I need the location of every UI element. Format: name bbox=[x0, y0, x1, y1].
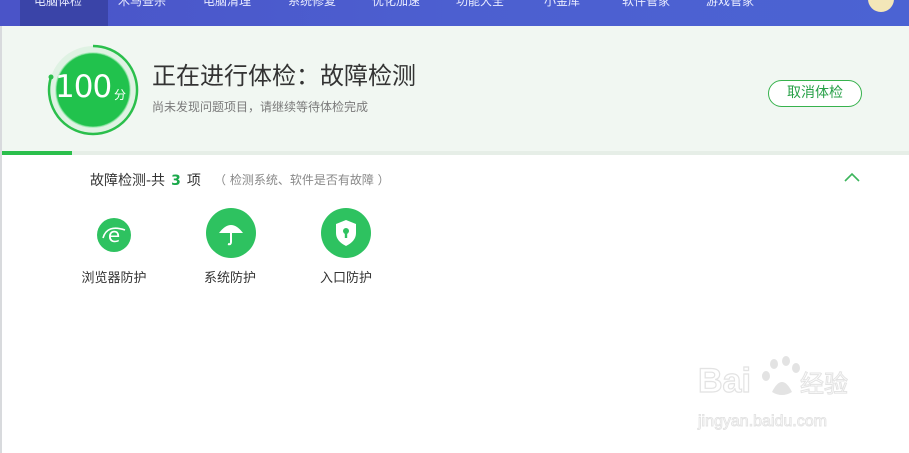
tab-speedup[interactable]: 优化加速 bbox=[372, 0, 420, 13]
status-subtitle: 尚未发现问题项目，请继续等待体检完成 bbox=[152, 100, 369, 114]
section-note: （ 检测系统、软件是否有故障 ） bbox=[214, 173, 390, 187]
umbrella-icon bbox=[206, 208, 256, 258]
top-nav: 电脑体检 木马查杀 电脑清理 系统修复 优化加速 功能大全 小金库 软件管家 游… bbox=[0, 0, 909, 26]
tab-repair[interactable]: 系统修复 bbox=[288, 0, 336, 13]
score-value: 100 bbox=[55, 69, 112, 105]
svg-text:Bai: Bai bbox=[698, 362, 751, 400]
progress-bar bbox=[2, 151, 909, 155]
chevron-up-icon[interactable] bbox=[843, 170, 861, 184]
section-title-suffix: 项 bbox=[186, 173, 201, 189]
check-item-entry[interactable]: 入口防护 bbox=[286, 208, 406, 288]
check-item-label: 浏览器防护 bbox=[81, 271, 147, 286]
tab-checkup[interactable]: 电脑体检 bbox=[34, 0, 82, 13]
tab-trojan-scan[interactable]: 木马查杀 bbox=[118, 0, 166, 13]
tab-vault[interactable]: 小金库 bbox=[544, 0, 580, 13]
tab-software[interactable]: 软件管家 bbox=[622, 0, 670, 13]
shield-lock-icon bbox=[321, 208, 371, 258]
check-item-system[interactable]: 系统防护 bbox=[170, 208, 290, 288]
svg-text:jingyan.baidu.com: jingyan.baidu.com bbox=[697, 413, 827, 430]
cancel-checkup-button[interactable]: 取消体检 bbox=[768, 80, 862, 107]
section-title: 故障检测-共 3 项 bbox=[90, 170, 201, 190]
score-badge: 100 分 bbox=[47, 44, 139, 136]
section-title-prefix: 故障检测-共 bbox=[90, 173, 166, 189]
tab-games[interactable]: 游戏管家 bbox=[706, 0, 754, 13]
baidu-jingyan-watermark: Bai 经验 jingyan.baidu.com bbox=[696, 352, 866, 432]
svg-text:e: e bbox=[108, 223, 120, 247]
browser-e-icon: e bbox=[97, 218, 131, 252]
svg-text:经验: 经验 bbox=[800, 370, 848, 398]
tab-features[interactable]: 功能大全 bbox=[456, 0, 504, 13]
avatar[interactable] bbox=[868, 0, 894, 12]
page-title: 正在进行体检：故障检测 bbox=[152, 62, 416, 90]
check-item-browser[interactable]: e 浏览器防护 bbox=[54, 208, 174, 288]
check-item-label: 入口防护 bbox=[319, 271, 372, 286]
progress-fill bbox=[2, 151, 72, 155]
tab-cleanup[interactable]: 电脑清理 bbox=[203, 0, 251, 13]
section-count: 3 bbox=[171, 173, 181, 189]
check-item-label: 系统防护 bbox=[203, 271, 256, 286]
watermark-logo-icon: Bai 经验 jingyan.baidu.com bbox=[697, 356, 849, 430]
app-window: 电脑体检 木马查杀 电脑清理 系统修复 优化加速 功能大全 小金库 软件管家 游… bbox=[0, 0, 909, 453]
score-unit: 分 bbox=[114, 88, 127, 102]
